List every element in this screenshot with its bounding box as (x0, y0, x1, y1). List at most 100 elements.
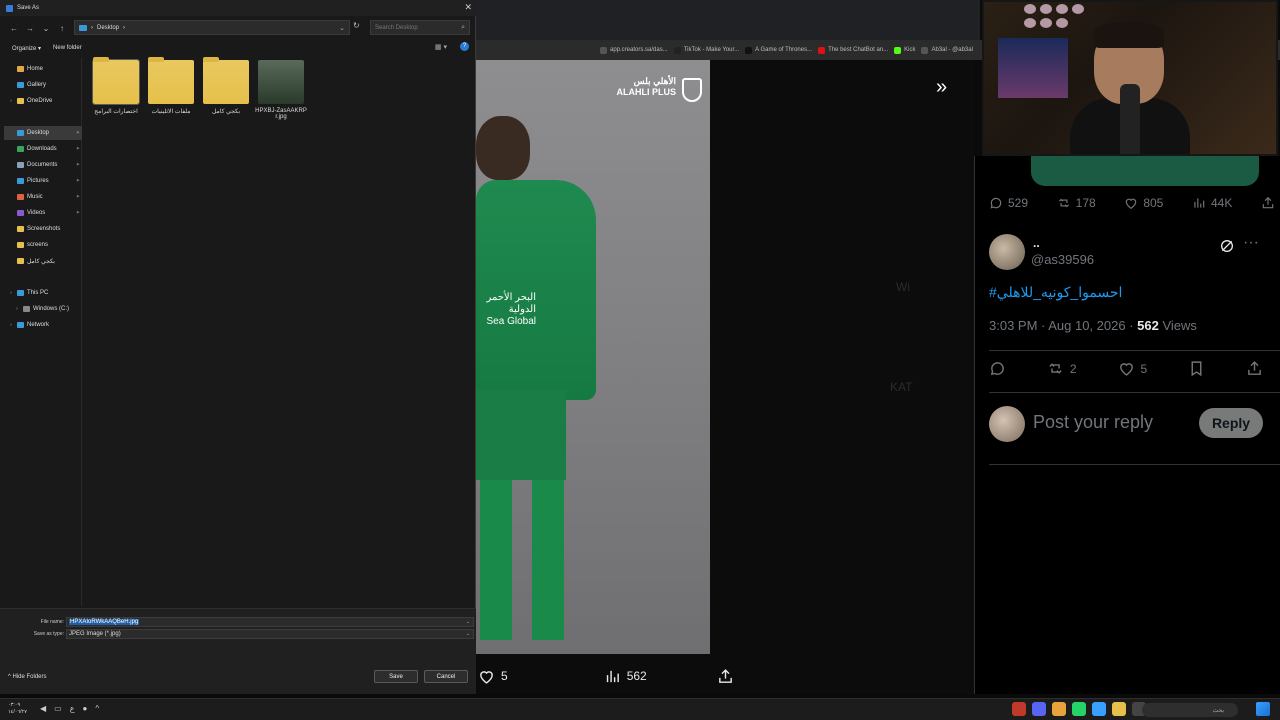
chevron-right-icon[interactable]: › (8, 322, 14, 328)
bookmark-item[interactable]: Kick (894, 46, 915, 54)
drive-icon (23, 306, 30, 312)
nav-item-pictures[interactable]: Pictures ✦ (4, 174, 82, 188)
media-like-button[interactable]: 5 (478, 668, 508, 685)
nav-item-videos[interactable]: Videos ✦ (4, 206, 82, 220)
reply-stat[interactable]: 529 (989, 196, 1028, 210)
nav-item-network[interactable]: › Network (4, 318, 82, 332)
nav-item-downloads[interactable]: Downloads ✦ (4, 142, 82, 156)
discord-icon[interactable] (1032, 702, 1046, 716)
chevron-down-icon[interactable]: ⌄ (466, 619, 470, 625)
chevron-down-icon[interactable]: ⌄ (339, 24, 345, 32)
grok-icon[interactable] (1219, 238, 1235, 254)
folder-item[interactable]: ملفات الاثلينيات (145, 57, 197, 115)
nav-item-this-pc[interactable]: › This PC (4, 286, 82, 300)
chevron-down-icon[interactable]: ⌄ (466, 631, 470, 637)
divider (989, 464, 1280, 465)
chevron-up-icon[interactable]: ^ (95, 704, 99, 713)
view-options-icon[interactable]: ▦ ▾ (435, 43, 447, 51)
chevron-down-icon[interactable]: ⌄ (38, 24, 54, 33)
file-explorer-icon[interactable] (1112, 702, 1126, 716)
chevron-right-icon[interactable]: › (8, 290, 14, 296)
chevron-right-icon[interactable]: › (8, 98, 14, 104)
chevrons-right-icon[interactable]: » (936, 76, 947, 99)
reply-button[interactable] (989, 360, 1006, 377)
back-arrow-icon[interactable]: ← (6, 24, 22, 33)
folder-item[interactable]: اختصارات البرامج (90, 57, 142, 115)
microphone-icon[interactable]: ● (83, 704, 88, 713)
organize-button[interactable]: Organize ▾ (12, 45, 41, 52)
nav-item-folder[interactable]: بكجي كامل (4, 254, 82, 268)
brand-logo-arabic: الأهلي بلس (633, 76, 676, 86)
author-handle[interactable]: @as39596 (1031, 252, 1094, 267)
chevron-right-icon[interactable]: › (14, 306, 20, 312)
forward-arrow-icon[interactable]: → (22, 24, 38, 33)
bookmark-item[interactable]: The best ChatBot an... (818, 46, 888, 54)
nav-item-documents[interactable]: Documents ✦ (4, 158, 82, 172)
author-name[interactable]: .. (1033, 236, 1040, 250)
hide-folders-button[interactable]: ^ Hide Folders (8, 674, 47, 680)
tweet-hashtag[interactable]: #احسموا_كونيه_للاهلي (989, 284, 1122, 301)
app-icon[interactable] (1012, 702, 1026, 716)
like-button[interactable]: 5 (1118, 360, 1147, 377)
image-file-item[interactable]: HPXBJ-ZasAAKRPr.jpg (255, 60, 307, 120)
tweet-time[interactable]: 3:03 PM · Aug 10, 2026 · (989, 318, 1137, 333)
like-stat[interactable]: 805 (1124, 196, 1163, 210)
search-icon[interactable]: ⌕ (461, 24, 465, 32)
save-button[interactable]: Save (374, 670, 418, 683)
share-button[interactable] (1246, 360, 1263, 377)
nav-item-music[interactable]: Music ✦ (4, 190, 82, 204)
save-type-select[interactable]: JPEG Image (*.jpg) ⌄ (66, 629, 474, 639)
app-icon[interactable] (1092, 702, 1106, 716)
folder-item[interactable]: بكجي كامل (200, 57, 252, 115)
nav-item-home[interactable]: Home (4, 62, 82, 76)
nav-item-onedrive[interactable]: › OneDrive (4, 94, 82, 108)
close-icon[interactable]: ✕ (464, 2, 472, 13)
reply-submit-button[interactable]: Reply (1199, 408, 1263, 438)
bookmark-favicon-icon (673, 46, 681, 54)
tweet-media-card[interactable] (1031, 156, 1259, 186)
refresh-icon[interactable]: ↻ (353, 21, 360, 30)
up-arrow-icon[interactable]: ↑ (54, 24, 70, 33)
repost-stat[interactable]: 178 (1057, 196, 1096, 210)
media-photo[interactable]: الأهلي بلس ALAHLI PLUS البحر الأحمر الدو… (476, 60, 710, 654)
whatsapp-icon[interactable] (1072, 702, 1086, 716)
bookmark-item[interactable]: Ab3al - @ab3al (921, 46, 973, 54)
nav-item-screenshots[interactable]: Screenshots (4, 222, 82, 236)
search-input[interactable]: Search Desktop ⌕ (370, 20, 470, 35)
nav-item-screens[interactable]: screens (4, 238, 82, 252)
repost-button[interactable]: 2 (1047, 360, 1077, 377)
views-count: 44K (1210, 196, 1233, 210)
avatar[interactable] (989, 234, 1025, 270)
chrome-icon[interactable] (1052, 702, 1066, 716)
taskbar-search[interactable]: بحث (1142, 703, 1238, 717)
taskbar-clock[interactable]: ٠٣:٠٩ ١٤/٠٦/٢٧ (8, 702, 27, 716)
media-share-button[interactable] (717, 668, 734, 685)
bookmark-item[interactable]: app.creators.sa/das... (600, 46, 668, 54)
address-path[interactable]: Desktop (97, 25, 119, 31)
bookmark-item[interactable]: A Game of Thrones... (745, 46, 812, 54)
help-icon[interactable]: ? (460, 42, 469, 51)
reply-input[interactable]: Post your reply (1033, 412, 1153, 433)
bookmark-item[interactable]: TikTok - Make Your... (673, 46, 739, 54)
bookmark-button[interactable] (1188, 360, 1205, 377)
battery-icon[interactable]: ▭ (54, 704, 62, 713)
nav-item-label: Home (27, 66, 44, 72)
cancel-button[interactable]: Cancel (424, 670, 468, 683)
speaker-icon[interactable]: ◀ (40, 704, 46, 713)
windows-start-icon[interactable] (1256, 702, 1270, 716)
views-stat[interactable]: 44K (1192, 196, 1232, 210)
file-name-input[interactable]: HPXAIoRWkAAQBeH.jpg ⌄ (66, 617, 474, 627)
language-indicator[interactable]: ع (70, 704, 75, 713)
media-views-button[interactable]: 562 (604, 668, 647, 685)
address-bar[interactable]: › Desktop › ⌄ (74, 20, 350, 35)
pin-icon: ✦ (75, 162, 80, 168)
nav-item-windows-c[interactable]: › Windows (C:) (4, 302, 82, 316)
share-stat[interactable] (1261, 196, 1275, 210)
more-options-icon[interactable]: ··· (1243, 234, 1259, 252)
dialog-toolbar: Organize ▾ New folder (0, 40, 476, 56)
nav-item-label: screens (27, 242, 49, 248)
nav-item-desktop[interactable]: Desktop ✦ (4, 126, 82, 140)
alahli-shield-logo (682, 78, 702, 102)
new-folder-button[interactable]: New folder (53, 45, 82, 51)
nav-item-gallery[interactable]: Gallery (4, 78, 82, 92)
